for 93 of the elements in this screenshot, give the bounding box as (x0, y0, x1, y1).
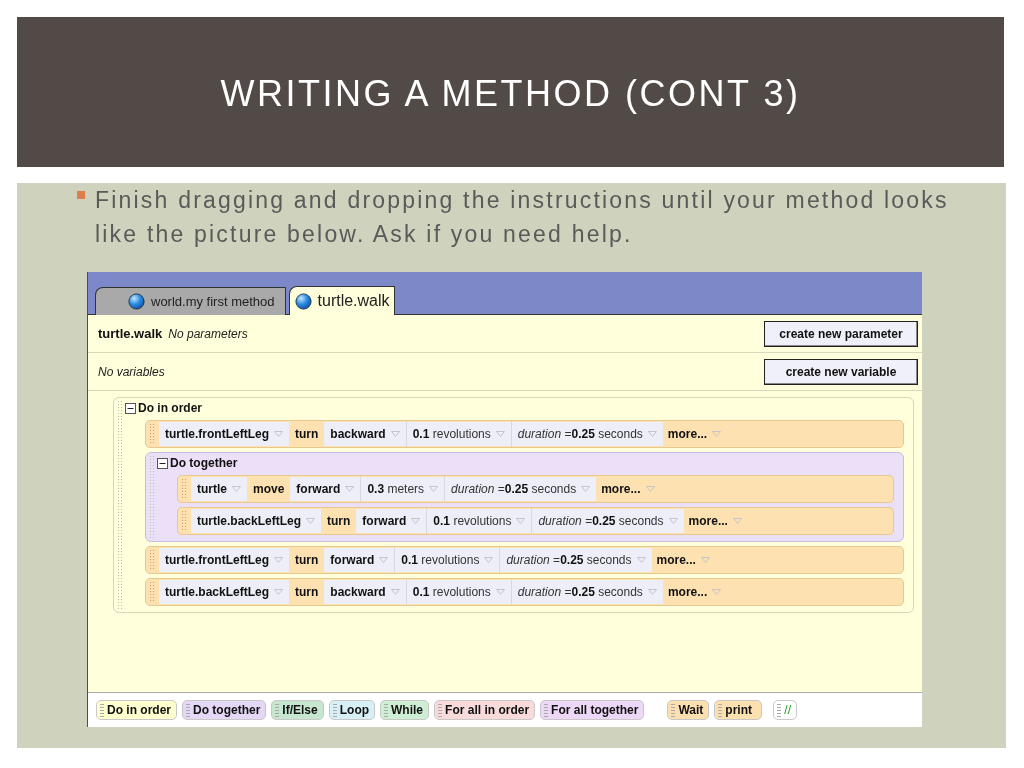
object-dropdown[interactable]: turtle.frontLeftLeg (159, 422, 289, 446)
palette-tile[interactable]: For all in order (434, 700, 536, 720)
editor-tab[interactable]: world.my first method (95, 287, 286, 315)
sphere-icon (128, 293, 145, 310)
statement-tile[interactable]: turtle.backLeftLeg turn forward 0.1 revolutions duration =0.25 seconds more... (177, 507, 894, 535)
drag-handle[interactable] (181, 478, 187, 500)
amount-dropdown[interactable]: 0.1 revolutions (395, 548, 500, 572)
sphere-icon (294, 292, 312, 310)
drag-handle[interactable] (117, 400, 123, 610)
method-name: turn (294, 427, 320, 441)
dropdown-arrow-icon (390, 589, 400, 595)
block-label: Do in order (138, 401, 202, 415)
dropdown-arrow-icon (645, 486, 655, 492)
dropdown-arrow-icon (636, 557, 646, 563)
palette-tile[interactable]: If/Else (271, 700, 324, 720)
dropdown-arrow-icon (411, 518, 421, 524)
amount-dropdown[interactable]: 0.1 revolutions (427, 509, 532, 533)
create-variable-button[interactable]: create new variable (764, 358, 918, 385)
palette-tile[interactable]: Wait (667, 700, 710, 720)
dropdown-arrow-icon (345, 486, 355, 492)
statement-tile[interactable]: turtle.frontLeftLeg turn backward 0.1 revolutions duration =0.25 seconds more... (145, 420, 904, 448)
dropdown-arrow-icon (274, 589, 283, 595)
more-dropdown[interactable]: more... (662, 585, 727, 599)
drag-handle[interactable] (181, 510, 187, 532)
object-dropdown[interactable]: turtle.backLeftLeg (159, 580, 289, 604)
drag-handle[interactable] (149, 455, 155, 539)
method-name: turn (294, 553, 320, 567)
bullet-icon (77, 191, 85, 199)
direction-dropdown[interactable]: forward (290, 477, 361, 501)
object-dropdown[interactable]: turtle.backLeftLeg (191, 509, 321, 533)
duration-dropdown[interactable]: duration =0.25 seconds (532, 509, 684, 533)
amount-dropdown[interactable]: 0.3 meters (361, 477, 445, 501)
create-parameter-button[interactable]: create new parameter (764, 320, 918, 347)
dropdown-arrow-icon (274, 431, 283, 437)
direction-dropdown[interactable]: backward (324, 422, 406, 446)
palette-tile[interactable]: // (773, 700, 797, 720)
dropdown-arrow-icon (732, 518, 742, 524)
slide-title: WRITING A METHOD (CONT 3) (220, 72, 801, 115)
dropdown-arrow-icon (306, 518, 315, 524)
palette-tile[interactable]: print (714, 700, 763, 720)
duration-dropdown[interactable]: duration =0.25 seconds (511, 580, 663, 604)
amount-dropdown[interactable]: 0.1 revolutions (406, 580, 511, 604)
palette-tile[interactable]: While (380, 700, 430, 720)
dropdown-arrow-icon (232, 486, 241, 492)
statement-tile[interactable]: turtle move forward 0.3 meters duration =0.25 seconds more... (177, 475, 894, 503)
statement-tile[interactable]: turtle.frontLeftLeg turn forward 0.1 revolutions duration =0.25 seconds more... (145, 546, 904, 574)
duration-dropdown[interactable]: duration =0.25 seconds (511, 422, 663, 446)
dropdown-arrow-icon (379, 557, 389, 563)
dropdown-arrow-icon (274, 557, 283, 563)
more-dropdown[interactable]: more... (596, 482, 660, 496)
drag-handle[interactable] (149, 581, 155, 603)
dropdown-arrow-icon (647, 589, 657, 595)
dropdown-arrow-icon (700, 557, 710, 563)
palette-tile[interactable]: For all together (540, 700, 645, 720)
drag-handle[interactable] (149, 549, 155, 571)
editor-tab[interactable]: turtle.walk (288, 286, 395, 315)
dropdown-arrow-icon (390, 431, 400, 437)
collapse-icon[interactable] (157, 457, 168, 469)
dropdown-arrow-icon (668, 518, 678, 524)
duration-dropdown[interactable]: duration =0.25 seconds (445, 477, 597, 501)
dropdown-arrow-icon (495, 431, 505, 437)
dropdown-arrow-icon (516, 518, 526, 524)
dropdown-arrow-icon (712, 589, 722, 595)
palette-tile[interactable]: Loop (328, 700, 376, 720)
parameters-note: No parameters (168, 327, 248, 341)
dropdown-arrow-icon (484, 557, 494, 563)
amount-dropdown[interactable]: 0.1 revolutions (406, 422, 511, 446)
variables-note: No variables (98, 364, 165, 379)
palette-tile[interactable]: Do in order (96, 700, 177, 720)
method-name: turn (294, 585, 320, 599)
direction-dropdown[interactable]: forward (324, 548, 395, 572)
method-name: turtle.walk (98, 326, 163, 341)
object-dropdown[interactable]: turtle.frontLeftLeg (159, 548, 289, 572)
direction-dropdown[interactable]: backward (324, 580, 406, 604)
direction-dropdown[interactable]: forward (356, 509, 427, 533)
dropdown-arrow-icon (712, 431, 722, 437)
more-dropdown[interactable]: more... (662, 427, 727, 441)
collapse-icon[interactable] (125, 402, 136, 414)
drag-handle[interactable] (149, 423, 155, 445)
more-dropdown[interactable]: more... (651, 553, 715, 567)
method-name: move (252, 482, 286, 496)
more-dropdown[interactable]: more... (683, 514, 747, 528)
dropdown-arrow-icon (429, 486, 439, 492)
duration-dropdown[interactable]: duration =0.25 seconds (500, 548, 652, 572)
dropdown-arrow-icon (495, 589, 505, 595)
statement-tile[interactable]: turtle.backLeftLeg turn backward 0.1 revolutions duration =0.25 seconds more... (145, 578, 904, 606)
block-label: Do together (170, 456, 238, 470)
method-name: turn (326, 514, 352, 528)
palette-tile[interactable]: Do together (182, 700, 267, 720)
object-dropdown[interactable]: turtle (191, 477, 247, 501)
dropdown-arrow-icon (581, 486, 591, 492)
dropdown-arrow-icon (647, 431, 657, 437)
instruction-text: Finish dragging and dropping the instructions until your method looks like the picture below. Ask if you need help. (95, 186, 950, 249)
